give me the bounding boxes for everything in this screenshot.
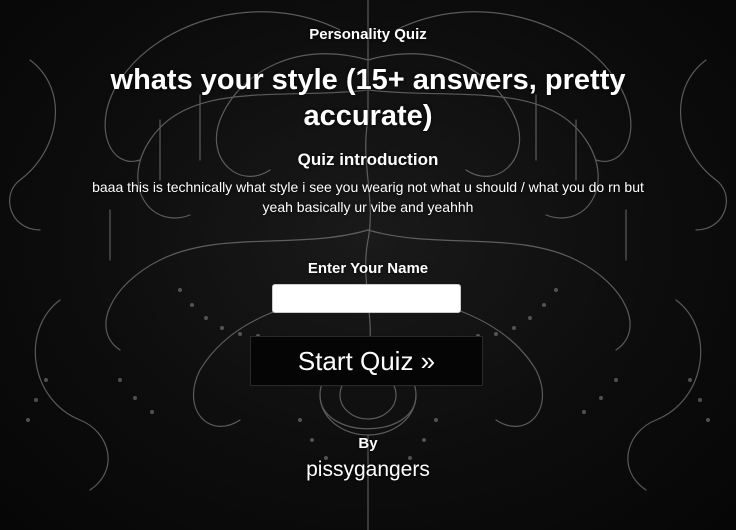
intro-text: baaa this is technically what style i se… [92, 179, 644, 215]
name-input[interactable] [272, 284, 461, 313]
intro-heading: Quiz introduction [297, 150, 439, 169]
quiz-start-page: Personality Quiz whats your style (15+ a… [0, 0, 736, 530]
quiz-intro-panel: Personality Quiz whats your style (15+ a… [0, 0, 736, 530]
quiz-title: whats your style (15+ answers, pretty ac… [110, 64, 626, 132]
start-quiz-button[interactable]: Start Quiz » [250, 336, 483, 386]
by-label: By [358, 435, 378, 452]
author-name-link[interactable]: pissygangers [0, 458, 736, 482]
name-field-label: Enter Your Name [307, 260, 429, 277]
quiz-type-label: Personality Quiz [309, 26, 427, 43]
